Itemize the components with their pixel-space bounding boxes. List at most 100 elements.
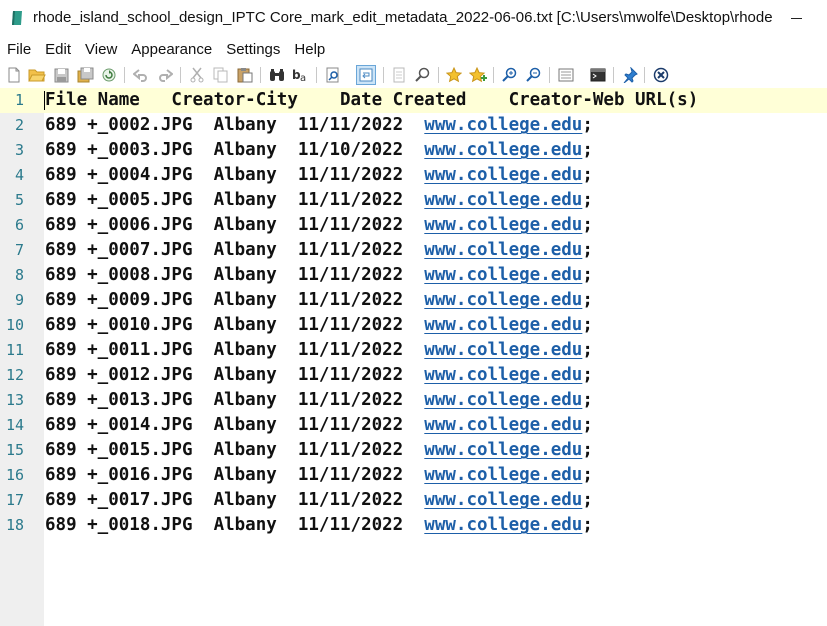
url-link[interactable]: www.college.edu [424, 340, 582, 360]
editor-line[interactable]: 9 689 +_0009.JPG Albany 11/11/2022 www.co… [0, 288, 827, 313]
editor-line[interactable]: 5 689 +_0005.JPG Albany 11/11/2022 www.co… [0, 188, 827, 213]
terminal-icon[interactable] [588, 65, 608, 85]
line-text[interactable]: File Name Creator-City Date Created Crea… [45, 88, 698, 113]
save-all-icon[interactable] [75, 65, 95, 85]
editor-line[interactable]: 10 689 +_0010.JPG Albany 11/11/2022 www.c… [0, 313, 827, 338]
text-caret [44, 91, 45, 110]
line-tail: ; [582, 290, 593, 310]
copy-icon[interactable] [211, 65, 231, 85]
editor[interactable]: 1 File Name Creator-City Date Created Cre… [0, 88, 827, 626]
url-link[interactable]: www.college.edu [424, 240, 582, 260]
url-link[interactable]: www.college.edu [424, 115, 582, 135]
editor-line[interactable]: 3 689 +_0003.JPG Albany 11/10/2022 www.co… [0, 138, 827, 163]
url-link[interactable]: www.college.edu [424, 165, 582, 185]
editor-line[interactable]: 2 689 +_0002.JPG Albany 11/11/2022 www.co… [0, 113, 827, 138]
line-number: 16 [5, 466, 24, 484]
line-number: 12 [5, 366, 24, 384]
editor-line[interactable]: 15 689 +_0015.JPG Albany 11/11/2022 www.c… [0, 438, 827, 463]
url-link[interactable]: www.college.edu [424, 490, 582, 510]
menu-help[interactable]: Help [287, 39, 332, 61]
line-number: 17 [5, 491, 24, 509]
find-icon[interactable] [267, 65, 287, 85]
line-content: File Name Creator-City Date Created Crea… [45, 90, 699, 110]
open-folder-icon[interactable] [27, 65, 47, 85]
url-link[interactable]: www.college.edu [424, 465, 582, 485]
line-text[interactable]: 689 +_0018.JPG Albany 11/11/2022 www.col… [45, 513, 593, 538]
line-text[interactable]: 689 +_0003.JPG Albany 11/10/2022 www.col… [45, 138, 593, 163]
find-in-files-icon[interactable] [323, 65, 343, 85]
view-panel-icon[interactable] [556, 65, 576, 85]
editor-line[interactable]: 11 689 +_0011.JPG Albany 11/11/2022 www.c… [0, 338, 827, 363]
line-content: 689 +_0011.JPG Albany 11/11/2022 [45, 340, 425, 360]
menu-file[interactable]: File [0, 39, 38, 61]
line-text[interactable]: 689 +_0005.JPG Albany 11/11/2022 www.col… [45, 188, 593, 213]
url-link[interactable]: www.college.edu [424, 365, 582, 385]
editor-line[interactable]: 14 689 +_0014.JPG Albany 11/11/2022 www.c… [0, 413, 827, 438]
line-text[interactable]: 689 +_0013.JPG Albany 11/11/2022 www.col… [45, 388, 593, 413]
word-wrap-icon[interactable] [356, 65, 376, 85]
redo-icon[interactable] [155, 65, 175, 85]
app-icon [12, 11, 22, 25]
url-link[interactable]: www.college.edu [424, 315, 582, 335]
menu-view[interactable]: View [78, 39, 124, 61]
save-icon[interactable] [51, 65, 71, 85]
line-text[interactable]: 689 +_0007.JPG Albany 11/11/2022 www.col… [45, 238, 593, 263]
zoom-in-icon[interactable] [500, 65, 520, 85]
new-file-icon[interactable] [4, 65, 24, 85]
line-content: 689 +_0016.JPG Albany 11/11/2022 [45, 465, 425, 485]
url-link[interactable]: www.college.edu [424, 290, 582, 310]
url-link[interactable]: www.college.edu [424, 415, 582, 435]
line-text[interactable]: 689 +_0008.JPG Albany 11/11/2022 www.col… [45, 263, 593, 288]
url-link[interactable]: www.college.edu [424, 215, 582, 235]
line-content: 689 +_0017.JPG Albany 11/11/2022 [45, 490, 425, 510]
close-icon[interactable] [651, 65, 671, 85]
zoom-out-icon[interactable] [524, 65, 544, 85]
line-text[interactable]: 689 +_0016.JPG Albany 11/11/2022 www.col… [45, 463, 593, 488]
line-text[interactable]: 689 +_0012.JPG Albany 11/11/2022 www.col… [45, 363, 593, 388]
line-text[interactable]: 689 +_0009.JPG Albany 11/11/2022 www.col… [45, 288, 593, 313]
line-tail: ; [582, 390, 593, 410]
bookmark-all-icon[interactable] [468, 65, 488, 85]
cut-icon[interactable] [187, 65, 207, 85]
line-text[interactable]: 689 +_0011.JPG Albany 11/11/2022 www.col… [45, 338, 593, 363]
paste-icon[interactable] [235, 65, 255, 85]
editor-line[interactable]: 4 689 +_0004.JPG Albany 11/11/2022 www.co… [0, 163, 827, 188]
undo-icon[interactable] [131, 65, 151, 85]
editor-line[interactable]: 1 File Name Creator-City Date Created Cre… [0, 88, 827, 113]
replace-icon[interactable]: ba [291, 65, 311, 85]
url-link[interactable]: www.college.edu [424, 440, 582, 460]
select-all-icon[interactable] [389, 65, 409, 85]
editor-line[interactable]: 13 689 +_0013.JPG Albany 11/11/2022 www.c… [0, 388, 827, 413]
line-text[interactable]: 689 +_0015.JPG Albany 11/11/2022 www.col… [45, 438, 593, 463]
editor-line[interactable]: 18 689 +_0018.JPG Albany 11/11/2022 www.c… [0, 513, 827, 538]
editor-line[interactable]: 12 689 +_0012.JPG Albany 11/11/2022 www.c… [0, 363, 827, 388]
go-to-icon[interactable] [413, 65, 433, 85]
reload-icon[interactable] [99, 65, 119, 85]
editor-line[interactable]: 17 689 +_0017.JPG Albany 11/11/2022 www.c… [0, 488, 827, 513]
menu-bar: File Edit View Appearance Settings Help [0, 38, 827, 62]
menu-edit[interactable]: Edit [38, 39, 78, 61]
line-text[interactable]: 689 +_0004.JPG Albany 11/11/2022 www.col… [45, 163, 593, 188]
pin-icon[interactable] [620, 65, 640, 85]
editor-line[interactable]: 6 689 +_0006.JPG Albany 11/11/2022 www.co… [0, 213, 827, 238]
menu-settings[interactable]: Settings [219, 39, 287, 61]
editor-line[interactable]: 8 689 +_0008.JPG Albany 11/11/2022 www.co… [0, 263, 827, 288]
url-link[interactable]: www.college.edu [424, 390, 582, 410]
url-link[interactable]: www.college.edu [424, 140, 582, 160]
line-content: 689 +_0015.JPG Albany 11/11/2022 [45, 440, 425, 460]
bookmark-icon[interactable] [444, 65, 464, 85]
line-text[interactable]: 689 +_0010.JPG Albany 11/11/2022 www.col… [45, 313, 593, 338]
line-text[interactable]: 689 +_0014.JPG Albany 11/11/2022 www.col… [45, 413, 593, 438]
menu-appearance[interactable]: Appearance [124, 39, 219, 61]
editor-line[interactable]: 7 689 +_0007.JPG Albany 11/11/2022 www.co… [0, 238, 827, 263]
editor-line[interactable]: 16 689 +_0016.JPG Albany 11/11/2022 www.c… [0, 463, 827, 488]
minimize-button[interactable] [778, 0, 814, 36]
url-link[interactable]: www.college.edu [424, 515, 582, 535]
url-link[interactable]: www.college.edu [424, 265, 582, 285]
line-tail: ; [582, 465, 593, 485]
line-text[interactable]: 689 +_0002.JPG Albany 11/11/2022 www.col… [45, 113, 593, 138]
url-link[interactable]: www.college.edu [424, 190, 582, 210]
line-text[interactable]: 689 +_0017.JPG Albany 11/11/2022 www.col… [45, 488, 593, 513]
line-text[interactable]: 689 +_0006.JPG Albany 11/11/2022 www.col… [45, 213, 593, 238]
line-number: 14 [5, 416, 24, 434]
